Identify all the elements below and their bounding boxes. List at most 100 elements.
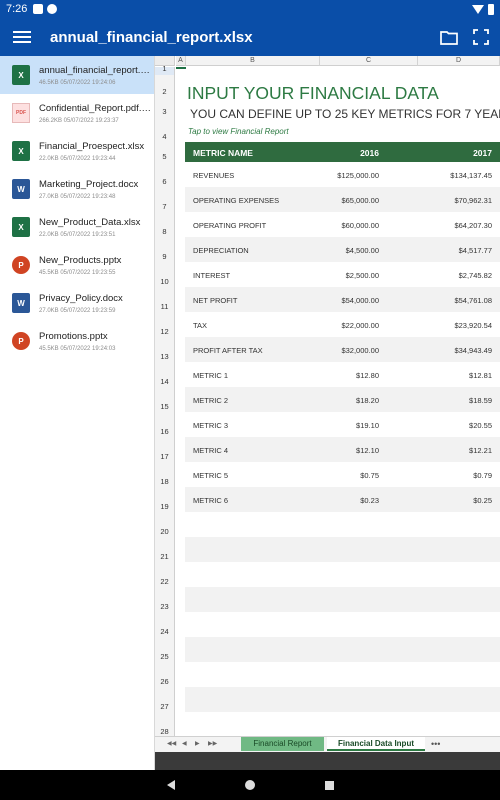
spreadsheet[interactable]: A B C D INPUT YOUR FINANCIAL DATA YOU CA… — [155, 56, 500, 736]
tab-financial-report[interactable]: Financial Report — [241, 737, 324, 751]
row-header[interactable]: 22 — [155, 563, 175, 588]
year-1-value-cell: $4,500.00 — [345, 246, 379, 255]
table-row[interactable] — [185, 662, 500, 687]
last-sheet-arrow-icon[interactable]: ▶▶ — [208, 740, 217, 747]
row-header[interactable]: 11 — [155, 288, 175, 313]
column-header-b[interactable]: B — [186, 56, 320, 66]
hamburger-menu-icon[interactable] — [13, 31, 31, 43]
file-list-item[interactable]: P New_Products.pptx 45.5KB 05/07/2022 19:2… — [0, 246, 154, 284]
table-row[interactable]: METRIC 1 $12.80 $12.81 — [185, 362, 500, 387]
table-row[interactable] — [185, 687, 500, 712]
row-header[interactable]: 1 — [155, 64, 175, 75]
row-header[interactable]: 10 — [155, 263, 175, 288]
file-list-item[interactable]: X New_Product_Data.xlsx 22.0KB 05/07/2022 … — [0, 208, 154, 246]
first-sheet-arrow-icon[interactable]: ◀◀ — [167, 740, 176, 747]
year-1-value-cell: $18.20 — [356, 396, 379, 405]
table-row[interactable] — [185, 637, 500, 662]
year-2-value-cell: $23,920.54 — [454, 321, 492, 330]
file-name: New_Product_Data.xlsx — [39, 216, 141, 228]
row-header[interactable]: 3 — [155, 98, 175, 118]
year-2-value-cell: $70,962.31 — [454, 196, 492, 205]
row-header[interactable]: 16 — [155, 413, 175, 438]
row-header[interactable]: 26 — [155, 663, 175, 688]
table-row[interactable]: METRIC 2 $18.20 $18.59 — [185, 387, 500, 412]
table-row[interactable]: METRIC 4 $12.10 $12.21 — [185, 437, 500, 462]
column-header-a[interactable]: A — [176, 56, 186, 66]
year-2-value-cell: $0.79 — [473, 471, 492, 480]
file-list-item[interactable]: Xannual_financial_report.xlsx 46.5KB 05/0… — [0, 56, 154, 94]
file-list-item[interactable]: W Marketing_Project.docx 27.0KB 05/07/2022… — [0, 170, 154, 208]
table-row[interactable] — [185, 712, 500, 736]
table-row[interactable]: REVENUES $125,000.00 $134,137.45 — [185, 162, 500, 187]
previous-sheet-arrow-icon[interactable]: ◀ — [182, 740, 187, 747]
row-header[interactable]: 15 — [155, 388, 175, 413]
row-header[interactable]: 13 — [155, 338, 175, 363]
file-meta: 22.0KB 05/07/2022 19:23:51 — [39, 231, 116, 238]
table-row[interactable]: METRIC 6 $0.23 $0.25 — [185, 487, 500, 512]
fullscreen-icon[interactable] — [470, 26, 492, 48]
row-header[interactable]: 28 — [155, 713, 175, 736]
table-row[interactable]: OPERATING EXPENSES $65,000.00 $70,962.31 — [185, 187, 500, 212]
table-row[interactable] — [185, 612, 500, 637]
metric-name-cell: INTEREST — [193, 271, 231, 280]
table-row[interactable] — [185, 512, 500, 537]
recents-square-icon[interactable] — [324, 780, 334, 790]
row-header[interactable]: 18 — [155, 463, 175, 488]
wifi-icon — [472, 4, 484, 14]
row-header[interactable]: 6 — [155, 163, 175, 188]
table-row[interactable] — [185, 587, 500, 612]
row-header[interactable]: 21 — [155, 538, 175, 563]
row-header[interactable]: 5 — [155, 143, 175, 163]
back-triangle-icon[interactable] — [166, 780, 175, 790]
table-row[interactable]: NET PROFIT $54,000.00 $54,761.08 — [185, 287, 500, 312]
metric-name-cell: METRIC 5 — [193, 471, 229, 480]
table-row[interactable]: OPERATING PROFIT $60,000.00 $64,207.30 — [185, 212, 500, 237]
notification-icon — [47, 4, 58, 14]
row-header[interactable]: 4 — [155, 118, 175, 143]
selected-cell-indicator — [176, 67, 186, 69]
tab-financial-data-input[interactable]: Financial Data Input — [327, 737, 425, 751]
table-row[interactable]: DEPRECIATION $4,500.00 $4,517.77 — [185, 237, 500, 262]
row-header[interactable]: 14 — [155, 363, 175, 388]
horizontal-scrollbar[interactable] — [155, 752, 500, 770]
table-row[interactable]: METRIC 5 $0.75 $0.79 — [185, 462, 500, 487]
column-title-year-1: 2016 — [360, 148, 379, 158]
year-2-value-cell: $34,943.49 — [454, 346, 492, 355]
row-header[interactable]: 17 — [155, 438, 175, 463]
column-header-c[interactable]: C — [320, 56, 418, 66]
sheet-tab-bar: ◀◀ ◀ ▶ ▶▶ Financial Report Financial Dat… — [155, 736, 500, 752]
more-tabs-button[interactable]: ••• — [431, 739, 440, 749]
file-list-item[interactable]: P Promotions.pptx 45.5KB 05/07/2022 19:24:… — [0, 322, 154, 360]
metric-name-cell: METRIC 3 — [193, 421, 229, 430]
metric-name-cell: TAX — [193, 321, 208, 330]
row-header[interactable]: 7 — [155, 188, 175, 213]
row-header[interactable]: 9 — [155, 238, 175, 263]
year-1-value-cell: $12.10 — [356, 446, 379, 455]
row-header[interactable]: 8 — [155, 213, 175, 238]
table-row[interactable]: METRIC 3 $19.10 $20.55 — [185, 412, 500, 437]
table-row[interactable]: PROFIT AFTER TAX $32,000.00 $34,943.49 — [185, 337, 500, 362]
file-list-item[interactable]: X Financial_Proespect.xlsx 22.0KB 05/07/20… — [0, 132, 154, 170]
table-row[interactable]: TAX $22,000.00 $23,920.54 — [185, 312, 500, 337]
file-name: Privacy_Policy.docx — [39, 292, 123, 304]
next-sheet-arrow-icon[interactable]: ▶ — [195, 740, 200, 747]
sheet-subtitle: YOU CAN DEFINE UP TO 25 KEY METRICS FOR … — [190, 107, 500, 121]
table-row[interactable] — [185, 562, 500, 587]
financial-report-link[interactable]: Tap to view Financial Report — [188, 127, 289, 136]
row-header[interactable]: 24 — [155, 613, 175, 638]
row-header[interactable]: 19 — [155, 488, 175, 513]
row-header[interactable]: 25 — [155, 638, 175, 663]
pdf-file-icon: PDF — [12, 103, 30, 123]
column-header-d[interactable]: D — [418, 56, 500, 66]
home-circle-icon[interactable] — [244, 780, 255, 790]
file-list-item[interactable]: W Privacy_Policy.docx 27.0KB 05/07/2022 19… — [0, 284, 154, 322]
row-header[interactable]: 23 — [155, 588, 175, 613]
row-header[interactable]: 20 — [155, 513, 175, 538]
row-header[interactable]: 12 — [155, 313, 175, 338]
table-row[interactable]: INTEREST $2,500.00 $2,745.82 — [185, 262, 500, 287]
folder-icon[interactable] — [438, 26, 460, 48]
row-header[interactable]: 27 — [155, 688, 175, 713]
file-list-item[interactable]: PDF Confidential_Report.pdf.slsx 266.2KB 0… — [0, 94, 154, 132]
row-header[interactable]: 2 — [155, 75, 175, 98]
table-row[interactable] — [185, 537, 500, 562]
